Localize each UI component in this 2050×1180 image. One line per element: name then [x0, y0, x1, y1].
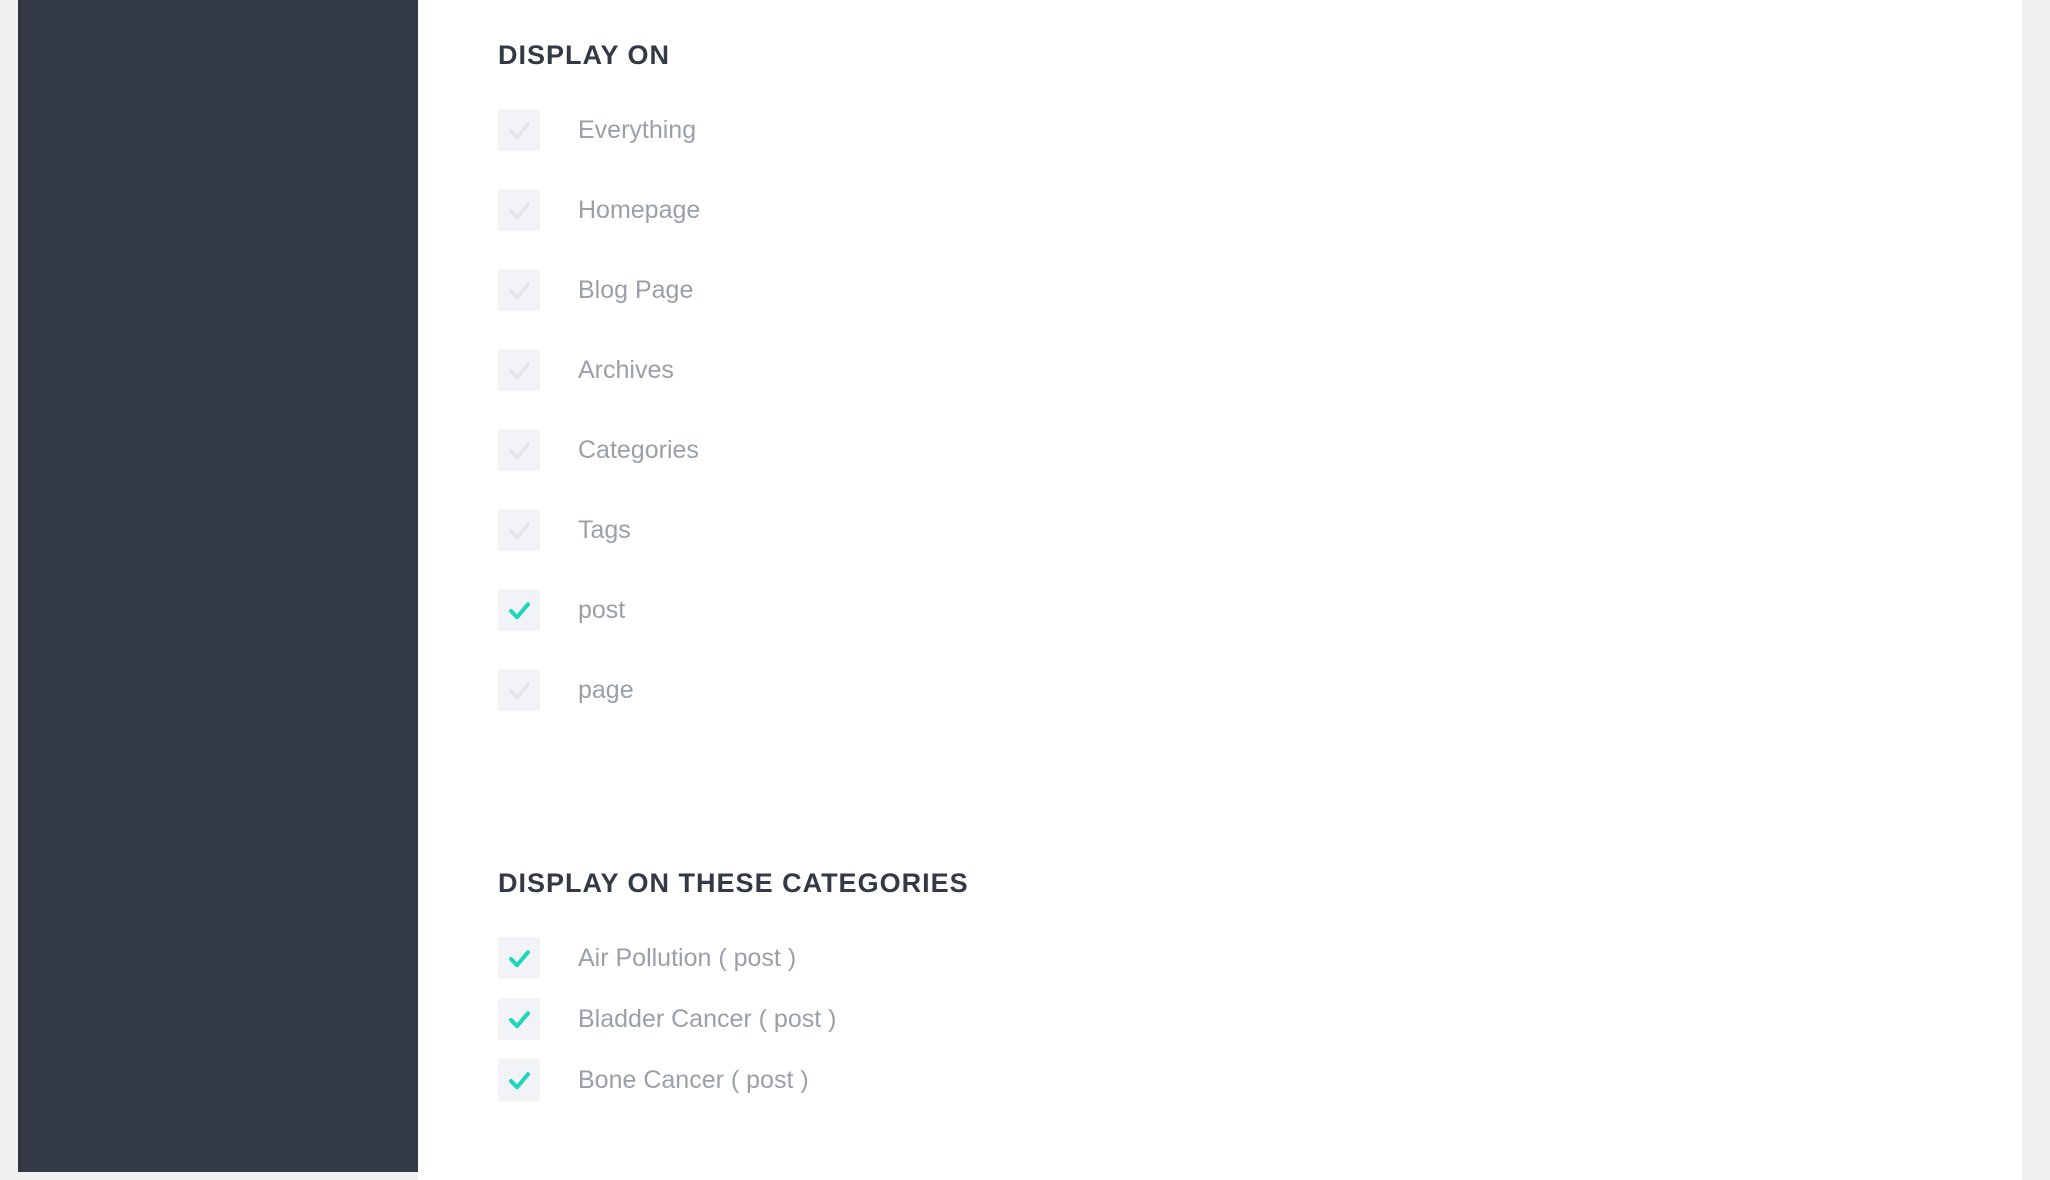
checkbox-row[interactable]: Categories [498, 429, 1398, 471]
check-icon[interactable] [498, 109, 540, 151]
checkbox-label: Tags [578, 515, 631, 544]
checkbox-row[interactable]: Bladder Cancer ( post ) [498, 998, 1398, 1040]
check-icon[interactable] [498, 269, 540, 311]
checkbox-label: Blog Page [578, 275, 694, 304]
checkbox-row[interactable]: Everything [498, 109, 1398, 151]
section-display-on-categories: DISPLAY ON THESE CATEGORIES Air Pollutio… [498, 868, 1398, 1120]
check-icon[interactable] [498, 669, 540, 711]
check-icon[interactable] [498, 937, 540, 979]
left-sidebar [18, 0, 418, 1172]
check-icon[interactable] [498, 1059, 540, 1101]
checkbox-row[interactable]: page [498, 669, 1398, 711]
checkbox-label: Archives [578, 355, 674, 384]
checkbox-label: Air Pollution ( post ) [578, 943, 797, 972]
section-display-on: DISPLAY ON Everything Homepage Blog Page Ar… [498, 40, 1398, 749]
checkbox-label: Everything [578, 115, 697, 144]
checkbox-label: Categories [578, 435, 699, 464]
sidebar-left-edge [18, 0, 21, 1172]
checkbox-label: Bladder Cancer ( post ) [578, 1004, 837, 1033]
checkbox-label: Bone Cancer ( post ) [578, 1065, 809, 1094]
checkbox-row[interactable]: Air Pollution ( post ) [498, 937, 1398, 979]
settings-content-panel: DISPLAY ON Everything Homepage Blog Page Ar… [418, 0, 2022, 1180]
checkbox-row[interactable]: post [498, 589, 1398, 631]
app-root: DISPLAY ON Everything Homepage Blog Page Ar… [0, 0, 2050, 1180]
check-icon[interactable] [498, 189, 540, 231]
display-on-checkbox-list: Everything Homepage Blog Page Archives Categ… [498, 109, 1398, 711]
checkbox-row[interactable]: Homepage [498, 189, 1398, 231]
checkbox-label: Homepage [578, 195, 701, 224]
section-title-display-on: DISPLAY ON [498, 40, 671, 70]
check-icon[interactable] [498, 589, 540, 631]
check-icon[interactable] [498, 509, 540, 551]
checkbox-row[interactable]: Tags [498, 509, 1398, 551]
checkbox-label: post [578, 595, 626, 624]
checkbox-row[interactable]: Blog Page [498, 269, 1398, 311]
checkbox-row[interactable]: Archives [498, 349, 1398, 391]
page-background-right [2022, 0, 2050, 1180]
check-icon[interactable] [498, 998, 540, 1040]
checkbox-label: page [578, 675, 634, 704]
checkbox-row[interactable]: Bone Cancer ( post ) [498, 1059, 1398, 1101]
check-icon[interactable] [498, 429, 540, 471]
section-title-display-on-categories: DISPLAY ON THESE CATEGORIES [498, 868, 969, 898]
check-icon[interactable] [498, 349, 540, 391]
display-on-categories-checkbox-list: Air Pollution ( post ) Bladder Cancer ( p… [498, 937, 1398, 1101]
